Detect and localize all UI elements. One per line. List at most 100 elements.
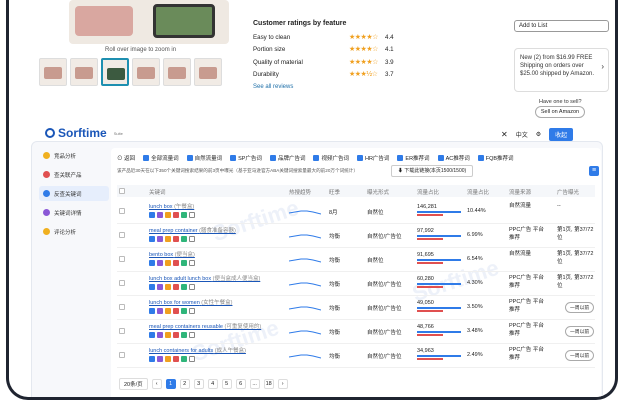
app-frame: Roll over image to zoom in Customer rati… <box>6 0 618 400</box>
trend-sparkline <box>289 234 321 239</box>
select-all-checkbox[interactable] <box>119 188 125 194</box>
keyword-link[interactable]: meal prep container (膳食准备容器) <box>149 226 236 234</box>
list-view-icon[interactable]: ≡ <box>589 166 599 176</box>
row-checkbox[interactable] <box>119 280 125 286</box>
row-checkbox[interactable] <box>119 256 125 262</box>
sidebar-item[interactable]: 竞品分析 <box>39 148 109 163</box>
row-checkbox[interactable] <box>119 232 125 238</box>
thumbnail[interactable] <box>163 58 191 86</box>
row-checkbox[interactable] <box>119 352 125 358</box>
col-season[interactable]: 旺季 <box>329 188 340 196</box>
sell-question: Have one to sell? <box>539 99 582 105</box>
ad-exposure-pill[interactable]: 一周以前 <box>565 326 595 337</box>
rating-row: Durability ★★★½☆ 3.7 <box>253 70 394 79</box>
tag-icon <box>181 284 187 290</box>
filter-checkbox[interactable]: 视频广告词 <box>313 154 349 162</box>
language-toggle[interactable]: 中文 <box>516 130 528 139</box>
page-ellipsis[interactable]: ... <box>249 379 260 389</box>
col-keyword[interactable]: 关键词 <box>149 188 166 196</box>
heart-icon[interactable] <box>189 212 195 218</box>
product-main-image[interactable] <box>69 0 229 44</box>
sell-on-amazon-button[interactable]: Sell on Amazon <box>535 106 585 118</box>
tag-icon <box>157 284 163 290</box>
keyword-link[interactable]: lunch containers for adults (成人午餐盒) <box>149 346 246 354</box>
table-row[interactable]: lunch containers for adults (成人午餐盒) 均衡 自然位… <box>117 344 595 368</box>
filter-checkbox[interactable]: SP广告词 <box>230 154 262 162</box>
keyword-link[interactable]: lunch box (午餐盒) <box>149 202 194 210</box>
filter-checkbox[interactable]: 品牌广告词 <box>269 154 305 162</box>
heart-icon[interactable] <box>189 236 195 242</box>
prev-page-icon[interactable]: ‹ <box>151 379 162 389</box>
page-5[interactable]: 5 <box>221 379 232 389</box>
season-value: 均衡 <box>329 282 341 288</box>
filter-checkbox[interactable]: 自然流量词 <box>186 154 222 162</box>
filter-checkbox[interactable]: FQB推荐词 <box>477 154 514 162</box>
season-value: 均衡 <box>329 354 341 360</box>
col-share2[interactable]: 流量占比 <box>467 188 489 196</box>
page-4[interactable]: 4 <box>207 379 218 389</box>
page-3[interactable]: 3 <box>193 379 204 389</box>
sidebar-item[interactable]: 评论分析 <box>39 224 109 239</box>
ad-exposure-pill[interactable]: 一周以前 <box>565 350 595 361</box>
next-page-icon[interactable]: › <box>277 379 288 389</box>
heart-icon[interactable] <box>189 308 195 314</box>
table-row[interactable]: meal prep containers reusable (可重复使用的) 均衡… <box>117 320 595 344</box>
row-checkbox[interactable] <box>119 304 125 310</box>
back-button[interactable]: ⊙ 返回 <box>117 154 135 162</box>
thumbnail[interactable] <box>70 58 98 86</box>
keyword-link[interactable]: lunch box adult lunch box (便当盒成人便当盒) <box>149 274 260 282</box>
rating-row: Quality of material ★★★★☆ 3.9 <box>253 58 394 67</box>
page-size-select[interactable]: 20条/页 <box>119 378 148 390</box>
collapse-button[interactable]: 收起 <box>549 128 574 141</box>
add-to-list-button[interactable]: Add to List <box>514 20 609 32</box>
table-row[interactable]: lunch box (午餐盒) 8月 自然位 146,281 10.44% 自然流量 -- <box>117 200 595 224</box>
traffic-share: 6.54% <box>467 256 483 262</box>
tag-icon <box>181 356 187 362</box>
col-display[interactable]: 曝光形式 <box>367 188 389 196</box>
download-button[interactable]: ⬇ 下载此链接(本页1500/1500) <box>391 165 473 177</box>
filter-checkbox[interactable]: HR广告词 <box>356 154 389 162</box>
close-icon[interactable]: ✕ <box>501 130 508 139</box>
sidebar-item-active[interactable]: 反查关键词 <box>39 186 109 201</box>
sidebar-item[interactable]: 关键词详情 <box>39 205 109 220</box>
page-6[interactable]: 6 <box>235 379 246 389</box>
table-row[interactable]: bento box (便当盒) 均衡 自然位 91,695 6.54% 自然流量 第1页, … <box>117 248 595 272</box>
row-checkbox[interactable] <box>119 208 125 214</box>
table-row[interactable]: lunch box adult lunch box (便当盒成人便当盒) 均衡 自然… <box>117 272 595 296</box>
see-all-reviews-link[interactable]: See all reviews <box>253 84 293 90</box>
new-offer-box[interactable]: New (2) from $16.99 FREE Shipping on ord… <box>514 48 609 92</box>
heart-icon[interactable] <box>189 260 195 266</box>
col-ad[interactable]: 广告曝光 <box>557 188 579 196</box>
keyword-link[interactable]: bento box (便当盒) <box>149 250 195 258</box>
heart-icon[interactable] <box>189 332 195 338</box>
thumbnail[interactable] <box>39 58 67 86</box>
table-row[interactable]: lunch box for women (女性午餐盒) 均衡 自然位/广告位 49,0… <box>117 296 595 320</box>
tag-icon <box>173 212 179 218</box>
page-18[interactable]: 18 <box>263 379 274 389</box>
keyword-link[interactable]: lunch box for women (女性午餐盒) <box>149 298 232 306</box>
sidebar-icon <box>43 152 50 159</box>
tag-icon <box>149 308 155 314</box>
col-share[interactable]: 流量占比 <box>417 188 439 196</box>
sidebar-item[interactable]: 查关联产品 <box>39 167 109 182</box>
filter-checkbox[interactable]: AC推荐词 <box>437 154 470 162</box>
heart-icon[interactable] <box>189 284 195 290</box>
thumbnail-selected[interactable] <box>101 58 129 86</box>
row-checkbox[interactable] <box>119 328 125 334</box>
settings-icon[interactable]: ⚙ <box>536 131 541 138</box>
table-row[interactable]: meal prep container (膳食准备容器) 均衡 自然位/广告位 97,… <box>117 224 595 248</box>
page-1[interactable]: 1 <box>165 379 176 389</box>
col-source[interactable]: 流量来源 <box>509 188 531 196</box>
thumbnail[interactable] <box>132 58 160 86</box>
col-trend[interactable]: 热搜趋势 <box>289 188 311 196</box>
ad-exposure-pill[interactable]: 一周以前 <box>565 302 595 313</box>
keyword-link[interactable]: meal prep containers reusable (可重复使用的) <box>149 322 261 330</box>
filter-checkbox[interactable]: ER推荐词 <box>397 154 430 162</box>
rating-row: Easy to clean ★★★★☆ 4.4 <box>253 33 394 42</box>
page-2[interactable]: 2 <box>179 379 190 389</box>
filter-checkbox[interactable]: 全部流量词 <box>143 154 179 162</box>
ad-exposure: 第1页, 第37/72位 <box>557 227 594 241</box>
tag-icon <box>149 284 155 290</box>
thumbnail[interactable] <box>194 58 222 86</box>
heart-icon[interactable] <box>189 356 195 362</box>
